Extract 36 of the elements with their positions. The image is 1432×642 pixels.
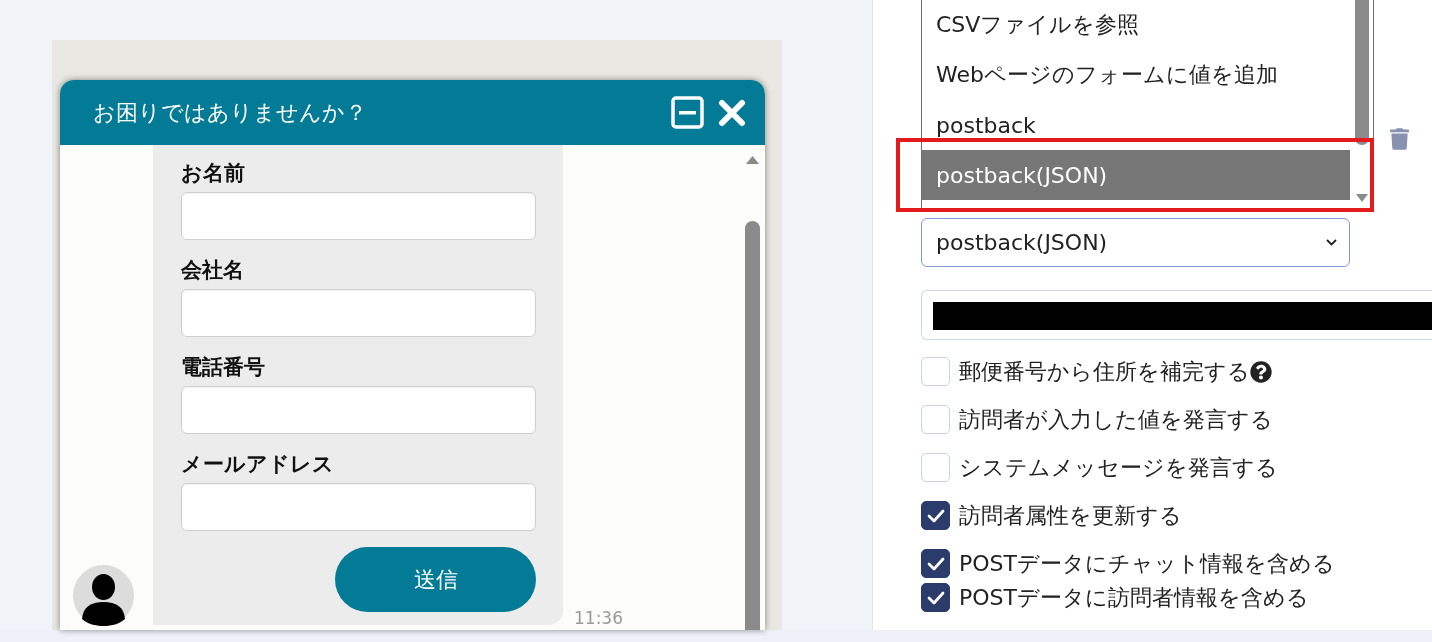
field-label: メールアドレス [181, 451, 335, 477]
option-label: 郵便番号から住所を補完する [959, 357, 1250, 386]
field-label: 電話番号 [181, 354, 266, 380]
chevron-down-icon [1326, 239, 1337, 246]
field-label: 会社名 [181, 257, 245, 283]
scrollbar-thumb[interactable] [745, 221, 760, 630]
scrollbar-thumb[interactable] [1354, 0, 1369, 145]
avatar-icon [73, 565, 134, 626]
checkmark-icon [926, 556, 945, 571]
minimize-icon[interactable] [671, 96, 704, 129]
checkbox[interactable] [921, 549, 950, 578]
checkbox[interactable] [921, 583, 950, 612]
input-field[interactable] [181, 483, 536, 531]
action-select[interactable]: postback(JSON) [921, 218, 1350, 267]
checkbox[interactable] [921, 501, 950, 530]
option-label: 訪問者が入力した値を発言する [959, 405, 1273, 434]
text-field[interactable] [921, 290, 1432, 340]
input-field[interactable] [181, 192, 536, 240]
input-field[interactable] [181, 386, 536, 434]
message-time: 11:36 [574, 608, 623, 628]
close-icon[interactable] [718, 98, 746, 127]
field-label: お名前 [181, 160, 246, 186]
scroll-down-arrow-icon[interactable] [1355, 194, 1368, 202]
input-field[interactable] [181, 289, 536, 337]
checkmark-icon [926, 590, 945, 605]
submit-button[interactable]: 送信 [335, 547, 536, 612]
dropdown-option[interactable]: postback(JSON) [922, 150, 1350, 200]
chat-title: お困りではありませんか？ [93, 98, 367, 127]
option-label: POSTデータにチャット情報を含める [959, 549, 1335, 578]
help-icon[interactable] [1250, 360, 1272, 383]
checkmark-icon [926, 508, 945, 523]
scroll-up-arrow-icon[interactable] [746, 156, 759, 164]
trash-icon[interactable] [1390, 127, 1409, 151]
option-label: POSTデータに訪問者情報を含める [959, 583, 1309, 612]
option-label: 訪問者属性を更新する [959, 501, 1182, 530]
option-label: システムメッセージを発言する [959, 453, 1278, 482]
